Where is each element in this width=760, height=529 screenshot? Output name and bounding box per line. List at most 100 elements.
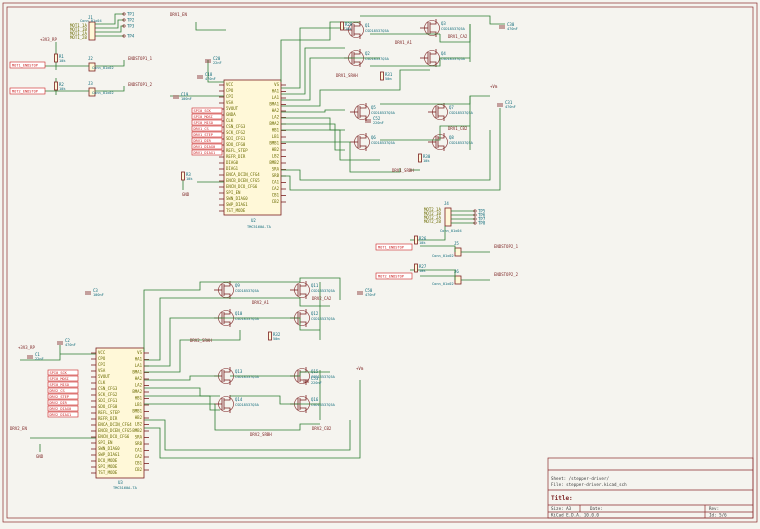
mosfet-value: CSD18537Q5A (441, 27, 466, 31)
connector-j6[interactable]: J6 Conn_01x02 (432, 269, 462, 286)
testpoint[interactable]: TP8 (473, 221, 486, 226)
driver-ic-bottom-pin-label: CPO (98, 356, 106, 361)
net-label-drv1-srah: DRV1_SRAH (336, 73, 358, 78)
resistor[interactable]: R2610k (414, 235, 427, 245)
title-block-id: Id: 5/6 (709, 513, 727, 518)
driver-ic-top[interactable]: VCCCPOCPIVSA5VOUTGNDACLKCSN_CFG3SCK_CFG2… (219, 79, 286, 229)
net-label-endstop2-1: ENDSTOP2_1 (494, 244, 519, 249)
spi-flag-label: DRV1_STEP (194, 133, 213, 137)
connector-j4-body (444, 207, 452, 227)
driver-ic-bottom-pin-label: LA2 (135, 383, 143, 388)
connector-j3[interactable]: J3 Conn_01x02 (88, 81, 114, 97)
driver-ic-top-pin-label: DIAG0 (226, 160, 239, 165)
driver-ic-top-pin-label: VSA (226, 100, 234, 105)
capacitor[interactable]: C19100nF (173, 92, 192, 101)
resistor[interactable]: R3250m (268, 331, 281, 341)
mosfet[interactable]: Q6CSD18537Q5A (350, 133, 396, 151)
connector-j2[interactable]: J2 Conn_01x02 (88, 56, 114, 72)
endstop-flag-2-label: MOT2_ENDSTOP (12, 90, 38, 94)
driver-ic-top-pin-label: CA1 (272, 180, 280, 185)
resistor-body (380, 71, 384, 81)
driver-ic-top-pin-label: REFL_STEP (226, 148, 248, 153)
driver-ic-bottom-pin-label: SCK_CFG2 (98, 392, 118, 397)
driver-ic-top-pin-label: BMA2 (269, 121, 279, 126)
resistor[interactable]: R2910k (340, 21, 353, 31)
mosfet-value: CSD18537Q5A (371, 111, 396, 115)
power-label-vm-bottom: +Vm (356, 366, 364, 371)
driver-ic-top-pin-label: DIAG1 (226, 166, 239, 171)
driver-ic-top-pin-label: SWN_DIAG0 (226, 196, 248, 201)
capacitor[interactable]: C50470nF (357, 288, 376, 297)
mosfet[interactable]: Q7CSD18537Q5A (428, 103, 474, 121)
net-label-endstop2-2: ENDSTOP2_2 (494, 272, 519, 277)
resistor[interactable]: R3150m (380, 71, 393, 81)
resistor[interactable]: R3010k (418, 153, 431, 163)
driver-ic-bottom-pin-label: LB2 (135, 422, 143, 427)
resistor-value: 50m (385, 77, 392, 81)
driver-ic-bottom[interactable]: VCCCPOCPIVSA5VOUTCLKCSN_CFG3SCK_CFG2SDI_… (91, 347, 149, 490)
title-block: Sheet: /stepper-driver/ File: stepper-dr… (547, 457, 754, 519)
driver-ic-bottom-pin-label: LA1 (135, 363, 143, 368)
testpoint-ref: TP8 (478, 221, 486, 226)
driver-ic-bottom-pin-label: CSN_CFG3 (98, 386, 118, 391)
spi-flag-label: DRV2_DIAG0 (50, 407, 72, 411)
driver-ic-bottom-pin-label: 5VOUT (98, 374, 111, 379)
resistor-value: 50m (273, 337, 280, 341)
mosfet[interactable]: Q14CSD18537Q5A (214, 395, 260, 413)
spi-flags-top: SPI0_SCK SPI0_MOSI SPI0_MISO DRV1_CS DRV1_ST… (191, 107, 223, 156)
driver-ic-top-value: TMC5160A-TA (247, 225, 272, 229)
testpoint[interactable]: TP2 (122, 18, 135, 23)
endstop-flag-1: MOT1_ENDSTOP (9, 61, 46, 69)
driver-ic-top-pin-label: HB1 (272, 128, 280, 133)
capacitor[interactable]: C3100nF (85, 288, 104, 297)
driver-ic-top-pin-label: VCC (226, 82, 234, 87)
title-block-size: Size: A3 (551, 506, 572, 511)
resistor[interactable]: R110k (54, 53, 67, 63)
driver-ic-bottom-pin-label: VCC (98, 350, 106, 355)
driver-ic-top-pin-label: TST_MODE (226, 208, 246, 213)
driver-ic-top-pin-label: BMB1 (269, 141, 279, 146)
connector-j4[interactable]: J4 Conn_01x04 MOT2_1A MOT2_1B MOT2_2A MO… (424, 201, 462, 233)
capacitor-value: 470nF (65, 343, 76, 347)
capacitor-value: 22nF (213, 61, 222, 65)
capacitor[interactable]: C2022nF (205, 56, 222, 65)
title-block-date: Date: (590, 506, 603, 511)
driver-ic-bottom-pin-label: REFL_STEP (98, 410, 120, 415)
resistor[interactable]: R2710k (414, 263, 427, 273)
testpoint[interactable]: TP3 (122, 24, 135, 29)
title-block-file: File: stepper-driver.kicad_sch (551, 482, 627, 487)
driver-ic-top-pin-label: LB1 (272, 134, 280, 139)
resistor[interactable]: R210k (54, 81, 67, 91)
resistor-body (54, 53, 58, 63)
spi-flag-label: DRV2_DIAG1 (50, 413, 72, 417)
resistor[interactable]: R310k (181, 171, 194, 181)
power-label-3v3-top: +3V3_RP (40, 37, 57, 42)
driver-ic-top-pin-label: 5VOUT (226, 106, 239, 111)
driver-ic-bottom-pin-label: VSA (98, 368, 106, 373)
testpoints: TP1TP2TP3TP4TP5TP6TP7TP8 (122, 12, 486, 226)
driver-ic-bottom-pin-label: HA2 (135, 376, 143, 381)
testpoint[interactable]: TP4 (122, 34, 135, 39)
capacitor[interactable]: C52220nF (365, 116, 384, 125)
driver-ic-top-pin-label: SRB (272, 173, 280, 178)
testpoint-ref: TP2 (127, 18, 135, 23)
driver-ic-bottom-value: TMC5160A-TA (113, 486, 138, 490)
mosfet-ref: Q2 (365, 51, 370, 56)
testpoint[interactable]: TP1 (122, 12, 135, 17)
driver-ic-top-pin-label: BMB2 (269, 160, 279, 165)
net-label-drv1-cb2: DRV1_CB2 (448, 126, 468, 131)
driver-ic-top-pin-label: CSN_CFG3 (226, 124, 246, 129)
resistor-body (340, 21, 344, 31)
driver-ic-top-pin-label: VS (274, 82, 279, 87)
resistor-value: 10k (419, 241, 426, 245)
mosfet[interactable]: Q8CSD18537Q5A (428, 133, 474, 151)
resistor-body (418, 153, 422, 163)
net-label-drv2-en: DRV2_EN (10, 426, 27, 431)
capacitor[interactable]: C30470nF (499, 22, 518, 31)
capacitor[interactable]: C31470nF (497, 100, 516, 109)
capacitor[interactable]: C18470nF (197, 72, 216, 81)
driver-ic-bottom-pin-label: SPI_EN (98, 440, 113, 445)
mosfet[interactable]: Q9CSD18537Q5A (214, 281, 260, 299)
net-label-drv1-ca2: DRV1_CA2 (448, 34, 468, 39)
connector-j5[interactable]: J5 Conn_01x02 (432, 241, 462, 258)
